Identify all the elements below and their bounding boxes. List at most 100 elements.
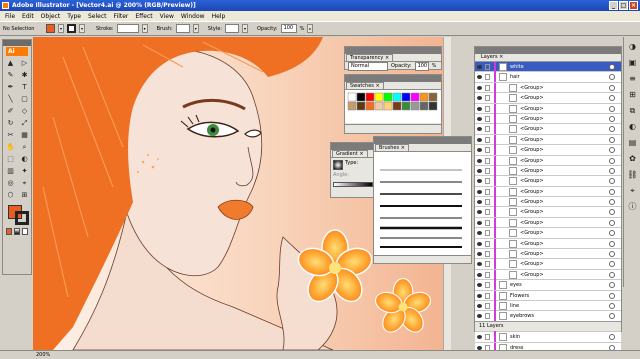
target-circle-icon[interactable]: [609, 95, 615, 102]
symbols-icon[interactable]: ✿: [627, 153, 638, 164]
visibility-eye-icon[interactable]: [477, 345, 482, 350]
layer-row[interactable]: <Group>: [475, 228, 621, 239]
layers-panel-header[interactable]: [475, 47, 621, 54]
lock-toggle-icon[interactable]: [485, 64, 490, 70]
layer-row[interactable]: <Group>: [475, 176, 621, 187]
stroke-weight-dropdown[interactable]: ▾: [141, 24, 148, 33]
target-circle-icon[interactable]: [609, 115, 615, 122]
visibility-eye-icon[interactable]: [477, 200, 482, 205]
mesh-tool-icon[interactable]: ▦: [18, 130, 31, 141]
target-circle-icon[interactable]: [609, 64, 615, 70]
target-circle-icon[interactable]: [609, 188, 615, 195]
visibility-eye-icon[interactable]: [477, 179, 482, 184]
layer-row[interactable]: <Group>: [475, 249, 621, 260]
target-circle-icon[interactable]: [609, 74, 615, 81]
lock-toggle-icon[interactable]: [485, 167, 490, 174]
layer-row[interactable]: <Group>: [475, 197, 621, 208]
lock-toggle-icon[interactable]: [485, 105, 490, 112]
target-circle-icon[interactable]: [609, 282, 615, 289]
target-circle-icon[interactable]: [609, 157, 615, 164]
lock-toggle-icon[interactable]: [485, 313, 490, 320]
pen-tool-icon[interactable]: ✒: [4, 82, 17, 93]
opacity-dropdown[interactable]: ▸: [307, 24, 314, 33]
gradient-panel-header[interactable]: [331, 143, 375, 150]
swatch[interactable]: [383, 101, 393, 111]
close-button[interactable]: ×: [629, 1, 638, 10]
tab-transparency[interactable]: Transparency ×: [346, 54, 394, 61]
brush-field[interactable]: [175, 24, 190, 33]
tab-swatches[interactable]: Swatches ×: [346, 82, 384, 89]
swatch[interactable]: [356, 101, 366, 111]
target-circle-icon[interactable]: [609, 302, 615, 309]
swatch[interactable]: [419, 101, 429, 111]
visibility-eye-icon[interactable]: [477, 335, 482, 340]
target-circle-icon[interactable]: [609, 292, 615, 299]
appearance-icon[interactable]: ◐: [627, 121, 638, 132]
info-icon[interactable]: ⓘ: [627, 201, 638, 212]
layer-row[interactable]: <Group>: [475, 207, 621, 218]
swatch[interactable]: [392, 101, 402, 111]
lock-toggle-icon[interactable]: [485, 199, 490, 206]
brush-list[interactable]: [374, 151, 471, 255]
stroke-panel-icon[interactable]: ≡: [627, 73, 638, 84]
line-tool-icon[interactable]: ╲: [4, 94, 17, 105]
swatch[interactable]: [374, 101, 384, 111]
color-panel-icon[interactable]: ◑: [627, 41, 638, 52]
swatch[interactable]: [428, 101, 438, 111]
rotate-tool-icon[interactable]: ↻: [4, 118, 17, 129]
visibility-eye-icon[interactable]: [477, 283, 482, 288]
visibility-eye-icon[interactable]: [477, 96, 482, 101]
navigator-icon[interactable]: ⌖: [627, 185, 638, 196]
type-tool-icon[interactable]: T: [18, 82, 31, 93]
lock-toggle-icon[interactable]: [485, 74, 490, 81]
layer-row[interactable]: <Group>: [475, 238, 621, 250]
visibility-eye-icon[interactable]: [477, 241, 482, 246]
gradient-tool-icon[interactable]: ◎: [4, 178, 17, 189]
lock-toggle-icon[interactable]: [485, 178, 490, 185]
layer-row[interactable]: <Group>: [475, 259, 621, 270]
lock-toggle-icon[interactable]: [485, 95, 490, 102]
layer-row[interactable]: <Group>: [475, 113, 621, 125]
brushes-panel-header[interactable]: [374, 137, 471, 144]
menu-edit[interactable]: Edit: [21, 13, 35, 20]
target-circle-icon[interactable]: [609, 126, 615, 133]
layer-row[interactable]: Flowers: [475, 290, 621, 301]
visibility-eye-icon[interactable]: [477, 220, 482, 225]
hand-tool-icon[interactable]: ✋: [4, 142, 17, 153]
layer-row[interactable]: white: [475, 62, 621, 73]
links-icon[interactable]: ⛓: [627, 169, 638, 180]
graph-tool-icon[interactable]: ▥: [4, 166, 17, 177]
rectangle-tool-icon[interactable]: ▢: [18, 94, 31, 105]
lock-toggle-icon[interactable]: [485, 292, 490, 299]
lock-toggle-icon[interactable]: [485, 240, 490, 247]
stroke-dropdown[interactable]: ▾: [79, 24, 85, 33]
swatch[interactable]: [401, 101, 411, 111]
visibility-eye-icon[interactable]: [477, 168, 482, 173]
scissors-tool-icon[interactable]: ✂: [4, 130, 17, 141]
transparency-panel-header[interactable]: [345, 47, 441, 54]
graphic-styles-icon[interactable]: ▤: [627, 137, 638, 148]
target-circle-icon[interactable]: [609, 136, 615, 143]
selection-tool-icon[interactable]: ▲: [4, 58, 17, 69]
lock-toggle-icon[interactable]: [485, 230, 490, 237]
slice-tool-icon[interactable]: ⬚: [4, 154, 17, 165]
swatch[interactable]: [347, 101, 357, 111]
visibility-eye-icon[interactable]: [477, 137, 482, 142]
style-field[interactable]: [225, 24, 239, 33]
visibility-eye-icon[interactable]: [477, 272, 482, 277]
visibility-eye-icon[interactable]: [477, 106, 482, 111]
visibility-eye-icon[interactable]: [477, 189, 482, 194]
direct-selection-tool-icon[interactable]: ▷: [18, 58, 31, 69]
warp-tool-icon[interactable]: ⬡: [4, 190, 17, 201]
layer-row[interactable]: hair: [475, 72, 621, 83]
lock-toggle-icon[interactable]: [485, 282, 490, 289]
layer-row[interactable]: <Group>: [475, 269, 621, 281]
layer-row[interactable]: <Group>: [475, 165, 621, 177]
lock-toggle-icon[interactable]: [485, 136, 490, 143]
visibility-eye-icon[interactable]: [477, 75, 482, 80]
menu-select[interactable]: Select: [87, 13, 108, 20]
target-circle-icon[interactable]: [609, 240, 615, 247]
lock-toggle-icon[interactable]: [485, 84, 490, 91]
target-circle-icon[interactable]: [609, 178, 615, 185]
stroke-color-box[interactable]: [15, 211, 29, 225]
